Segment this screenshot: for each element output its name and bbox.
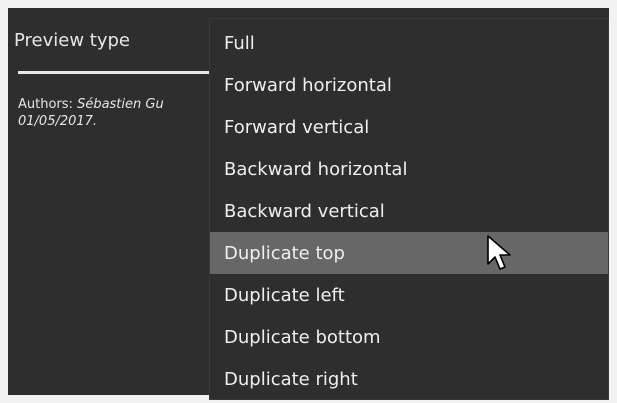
authors-date: 01/05/2017. <box>18 114 98 129</box>
dropdown-item-duplicate-bottom[interactable]: Duplicate bottom <box>210 316 608 358</box>
dropdown-item-duplicate-top[interactable]: Duplicate top <box>210 232 608 274</box>
dropdown-item-full[interactable]: Full <box>210 22 608 64</box>
dropdown-item-backward-horizontal[interactable]: Backward horizontal <box>210 148 608 190</box>
divider <box>18 71 218 74</box>
preview-type-dropdown-list[interactable]: Full Forward horizontal Forward vertical… <box>209 18 609 400</box>
dropdown-item-backward-vertical[interactable]: Backward vertical <box>210 190 608 232</box>
dropdown-item-duplicate-right[interactable]: Duplicate right <box>210 358 608 400</box>
dropdown-item-forward-vertical[interactable]: Forward vertical <box>210 106 608 148</box>
authors-label: Authors: <box>18 97 73 112</box>
authors-names: Sébastien Gu <box>77 97 164 112</box>
dropdown-item-duplicate-left[interactable]: Duplicate left <box>210 274 608 316</box>
preview-type-label: Preview type <box>14 30 130 51</box>
dropdown-item-forward-horizontal[interactable]: Forward horizontal <box>210 64 608 106</box>
authors-text: Authors: Sébastien Gu 01/05/2017. <box>18 96 208 130</box>
arrow-cursor-icon <box>487 235 511 270</box>
